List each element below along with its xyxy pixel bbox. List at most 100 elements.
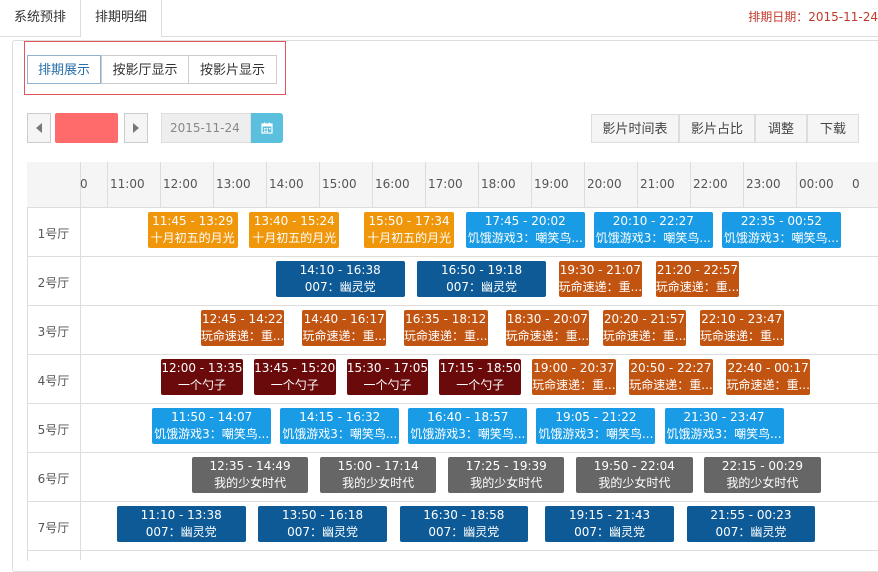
show-time: 20:20 - 21:57 [603,312,686,326]
time-label: 22:00 [693,177,728,191]
show-time: 17:45 - 20:02 [484,214,566,228]
chevron-right-icon [133,123,139,133]
show-block[interactable]: 17:25 - 19:39 我的少女时代 [448,457,565,493]
show-block[interactable]: 15:50 - 17:34 十月初五的月光 [364,212,455,248]
show-time: 13:45 - 15:20 [254,361,336,375]
show-title: 007：幽灵党 [574,525,646,539]
download-button[interactable]: 下载 [807,114,859,143]
time-label: 17:00 [428,177,463,191]
show-block[interactable]: 12:35 - 14:49 我的少女时代 [191,457,309,493]
tab-system-preschedule[interactable]: 系统预排 [0,0,80,36]
show-block[interactable]: 11:45 - 13:29 十月初五的月光 [147,212,238,248]
show-block[interactable]: 20:10 - 22:27 饥饿游戏3：嘲笑鸟... [593,212,713,248]
time-label: 15:00 [322,177,357,191]
show-time: 14:40 - 16:17 [303,312,385,326]
show-time: 16:30 - 18:58 [423,508,505,522]
show-block[interactable]: 21:55 - 00:23 007：幽灵党 [686,506,816,542]
time-label: 14:00 [269,177,304,191]
show-title: 007：幽灵党 [446,280,517,294]
show-title: 我的少女时代 [470,476,543,490]
show-block[interactable]: 16:40 - 18:57 饥饿游戏3：嘲笑鸟... [408,408,528,444]
date-input[interactable]: 2015-11-24 [161,113,251,143]
show-time: 20:10 - 22:27 [612,214,694,228]
show-block[interactable]: 20:50 - 22:27 玩命速递：重... [629,359,713,395]
show-block[interactable]: 21:30 - 23:47 饥饿游戏3：嘲笑鸟... [664,408,784,444]
show-title: 十月初五的月光 [252,231,337,245]
show-block[interactable]: 15:30 - 17:05 一个勺子 [346,359,429,395]
view-by-hall-button[interactable]: 按影厅显示 [101,55,189,84]
time-label: 16:00 [375,177,410,191]
show-block[interactable]: 19:15 - 21:43 007：幽灵党 [545,506,674,542]
show-block[interactable]: 14:40 - 16:17 玩命速递：重... [302,310,386,346]
show-block[interactable]: 17:45 - 20:02 饥饿游戏3：嘲笑鸟... [465,212,585,248]
show-block[interactable]: 22:10 - 23:47 玩命速递：重... [699,310,784,346]
show-title: 玩命速递：重... [602,329,687,343]
show-block[interactable]: 15:00 - 17:14 我的少女时代 [320,457,437,493]
adjust-button[interactable]: 调整 [755,114,807,143]
show-title: 十月初五的月光 [150,231,235,245]
time-label: 20:00 [587,177,622,191]
show-block[interactable]: 11:50 - 14:07 饥饿游戏3：嘲笑鸟... [152,408,272,444]
prev-button[interactable] [27,113,51,143]
view-schedule-button[interactable]: 排期展示 [27,55,101,84]
time-label: 11:00 [110,177,145,191]
show-time: 11:50 - 14:07 [171,410,253,424]
time-label: 13:00 [216,177,251,191]
show-title: 我的少女时代 [214,476,287,490]
show-block[interactable]: 16:35 - 18:12 玩命速递：重... [403,310,488,346]
show-time: 15:00 - 17:14 [337,459,419,473]
show-block[interactable]: 22:15 - 00:29 我的少女时代 [704,457,821,493]
show-time: 17:15 - 18:50 [439,361,521,375]
show-time: 20:50 - 22:27 [630,361,712,375]
time-label: 21:00 [640,177,675,191]
show-time: 22:35 - 00:52 [740,214,822,228]
show-time: 22:40 - 00:17 [727,361,809,375]
show-block[interactable]: 12:00 - 13:35 一个勺子 [161,359,243,395]
show-block[interactable]: 14:10 - 16:38 007：幽灵党 [275,261,405,297]
show-block[interactable]: 21:20 - 22:57 玩命速递：重... [655,261,740,297]
show-block[interactable]: 19:50 - 22:04 我的少女时代 [576,457,693,493]
view-by-film-button[interactable]: 按影片显示 [188,55,277,84]
film-timetable-button[interactable]: 影片时间表 [591,114,679,143]
show-time: 14:10 - 16:38 [299,263,381,277]
show-block[interactable]: 19:00 - 20:37 玩命速递：重... [532,359,616,395]
show-title: 饥饿游戏3：嘲笑鸟... [723,231,839,245]
next-button[interactable] [124,113,148,143]
show-block[interactable]: 18:30 - 20:07 玩命速递：重... [505,310,590,346]
show-block[interactable]: 20:20 - 21:57 玩命速递：重... [602,310,687,346]
show-block[interactable]: 16:30 - 18:58 007：幽灵党 [399,506,529,542]
show-title: 一个勺子 [456,378,505,392]
tab-schedule-detail[interactable]: 排期明细 [80,0,162,37]
show-block[interactable]: 17:15 - 18:50 一个勺子 [439,359,522,395]
time-header-separator [160,162,161,207]
time-header-separator [531,162,532,207]
show-time: 21:30 - 23:47 [683,410,765,424]
hall-label: 5号厅 [37,423,70,437]
show-block[interactable]: 11:10 - 13:38 007：幽灵党 [116,506,246,542]
show-block[interactable]: 22:40 - 00:17 玩命速递：重... [726,359,810,395]
calendar-button[interactable] [251,113,283,143]
film-ratio-button[interactable]: 影片占比 [679,114,755,143]
time-header-separator [266,162,267,207]
show-title: 007：幽灵党 [428,525,500,539]
show-block[interactable]: 19:05 - 21:22 饥饿游戏3：嘲笑鸟... [536,408,656,444]
show-time: 12:45 - 14:22 [202,312,284,326]
show-block[interactable]: 14:15 - 16:32 饥饿游戏3：嘲笑鸟... [280,408,400,444]
show-block[interactable]: 13:45 - 15:20 一个勺子 [253,359,336,395]
show-time: 15:50 - 17:34 [368,214,450,228]
show-block[interactable]: 22:35 - 00:52 饥饿游戏3：嘲笑鸟... [721,212,841,248]
show-title: 饥饿游戏3：嘲笑鸟... [154,427,270,441]
show-time: 21:55 - 00:23 [710,508,792,522]
time-label: 0 [852,177,860,191]
show-time: 21:20 - 22:57 [656,263,739,277]
show-title: 十月初五的月光 [367,231,452,245]
show-block[interactable]: 13:40 - 15:24 十月初五的月光 [249,212,340,248]
show-block[interactable]: 13:50 - 16:18 007：幽灵党 [258,506,387,542]
show-time: 13:40 - 15:24 [253,214,335,228]
show-block[interactable]: 12:45 - 14:22 玩命速递：重... [200,310,285,346]
show-block[interactable]: 16:50 - 19:18 007：幽灵党 [417,261,546,297]
show-block[interactable]: 19:30 - 21:07 玩命速递：重... [558,261,643,297]
show-time: 15:30 - 17:05 [346,361,429,375]
time-label: 00:00 [799,177,834,191]
show-time: 19:30 - 21:07 [559,263,641,277]
